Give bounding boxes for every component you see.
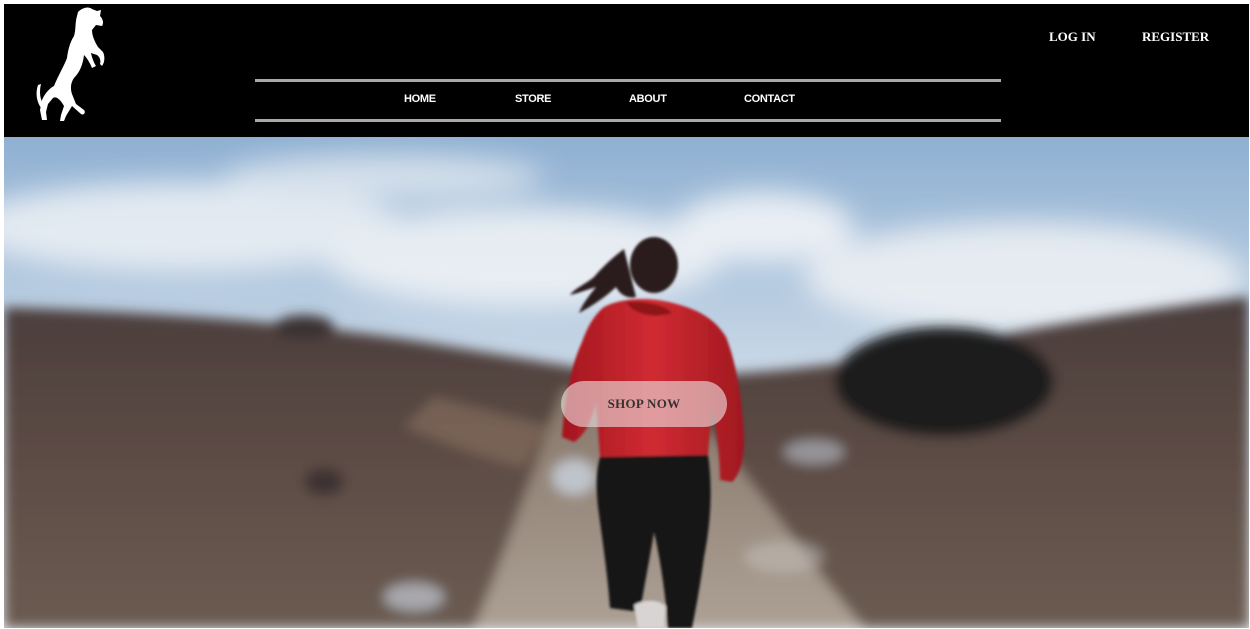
register-link[interactable]: REGISTER xyxy=(1142,29,1209,45)
nav-top-rule xyxy=(255,79,1001,82)
nav-store-link[interactable]: STORE xyxy=(515,93,552,105)
nav-contact-link[interactable]: CONTACT xyxy=(744,93,795,105)
nav-home-link[interactable]: HOME xyxy=(404,93,436,105)
main-nav: HOME STORE ABOUT CONTACT xyxy=(4,93,1249,109)
nav-bottom-rule xyxy=(255,119,1001,122)
site-header: HOME STORE ABOUT CONTACT LOG IN REGISTER xyxy=(4,4,1249,137)
page: HOME STORE ABOUT CONTACT LOG IN REGISTER xyxy=(4,4,1249,628)
login-link[interactable]: LOG IN xyxy=(1049,29,1096,45)
hero-banner: SHOP NOW xyxy=(4,137,1249,628)
nav-about-link[interactable]: ABOUT xyxy=(629,93,667,105)
shop-now-button[interactable]: SHOP NOW xyxy=(561,381,727,427)
